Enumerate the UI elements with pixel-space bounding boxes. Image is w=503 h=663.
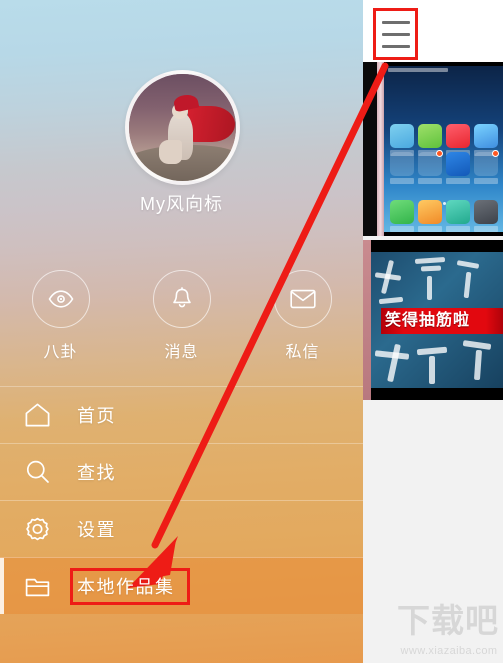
menu-button[interactable] bbox=[373, 8, 418, 60]
home-icon bbox=[25, 403, 50, 427]
hamburger-line-2 bbox=[381, 32, 410, 36]
personalize-app-icon bbox=[474, 124, 498, 156]
page-indicator bbox=[437, 192, 451, 205]
quick-action-messages[interactable]: 消息 bbox=[142, 270, 222, 362]
video-thumbnail[interactable]: 笑得抽筋啦 bbox=[363, 240, 503, 400]
video-frame: 笑得抽筋啦 bbox=[371, 252, 503, 388]
phone-home-screen-thumbnail[interactable] bbox=[363, 62, 503, 236]
music-app-icon bbox=[446, 124, 470, 156]
hamburger-line-3 bbox=[381, 44, 410, 48]
system-folder-icon bbox=[474, 150, 499, 184]
quick-action-ring bbox=[152, 270, 211, 328]
video-caption: 笑得抽筋啦 bbox=[385, 312, 471, 329]
eye-icon bbox=[48, 290, 73, 308]
apps-folder-icon bbox=[418, 150, 443, 184]
menu-item-settings[interactable]: 设置 bbox=[0, 500, 363, 557]
phone-screen bbox=[384, 66, 503, 232]
menu-item-label: 设置 bbox=[77, 520, 116, 540]
gallery-app-icon bbox=[418, 124, 442, 156]
avatar-cape bbox=[187, 106, 235, 143]
menu-item-home[interactable]: 首页 bbox=[0, 386, 363, 443]
watermark-logo: 下载吧 bbox=[397, 601, 499, 640]
security-app-icon bbox=[446, 152, 470, 184]
quick-action-label: 八卦 bbox=[43, 344, 78, 361]
phone-bezel-edge bbox=[377, 62, 384, 236]
quick-actions-row: 八卦 消息 私信 bbox=[0, 270, 363, 375]
weather-app-icon bbox=[390, 124, 414, 156]
menu-item-local-collection[interactable]: 本地作品集 bbox=[0, 557, 363, 614]
phone-bezel bbox=[363, 62, 377, 236]
safety-app-icon bbox=[446, 200, 470, 232]
menu-item-label: 本地作品集 bbox=[77, 577, 175, 597]
tools-folder-icon bbox=[390, 152, 414, 184]
video-thumbnail-edge bbox=[363, 240, 371, 400]
phone-statusbar bbox=[388, 68, 448, 72]
quick-action-ring bbox=[273, 270, 332, 328]
app-topbar bbox=[363, 0, 503, 62]
quick-action-label: 消息 bbox=[164, 344, 199, 361]
browser-app-icon bbox=[418, 200, 442, 232]
gear-icon bbox=[26, 517, 49, 541]
drawer-menu: 首页 查找 设置 本地作品集 bbox=[0, 386, 363, 614]
watermark-url: www.xiazaiba.com bbox=[400, 645, 498, 657]
quick-action-label: 私信 bbox=[285, 344, 320, 361]
envelope-icon bbox=[289, 289, 316, 309]
quick-action-ring bbox=[31, 270, 90, 328]
avatar[interactable] bbox=[125, 70, 240, 185]
menu-item-label: 查找 bbox=[77, 463, 116, 483]
hamburger-line-1 bbox=[381, 20, 410, 24]
bell-icon bbox=[172, 287, 191, 308]
app-content-panel: 笑得抽筋啦 下载吧 www.xiazaiba.com bbox=[363, 0, 503, 663]
quick-action-private-message[interactable]: 私信 bbox=[263, 270, 343, 362]
menu-item-label: 首页 bbox=[77, 406, 116, 426]
app-dock bbox=[390, 200, 498, 232]
menu-item-search[interactable]: 查找 bbox=[0, 443, 363, 500]
settings-app-icon bbox=[474, 200, 498, 232]
folder-icon bbox=[25, 578, 50, 597]
app-icon-grid bbox=[390, 124, 499, 184]
search-icon bbox=[26, 460, 49, 483]
username: My风向标 bbox=[140, 194, 223, 214]
navigation-drawer: My风向标 八卦 消息 私信 首页 查找 设置 本地作品集 bbox=[0, 0, 363, 663]
screenshot-root: 笑得抽筋啦 下载吧 www.xiazaiba.com My风向标 八卦 消息 私… bbox=[0, 0, 503, 663]
phone-app-icon bbox=[390, 200, 414, 232]
avatar-leg bbox=[158, 140, 183, 164]
profile-header: My风向标 bbox=[0, 0, 363, 250]
quick-action-gossip[interactable]: 八卦 bbox=[21, 270, 101, 362]
site-watermark: 下载吧 www.xiazaiba.com bbox=[397, 601, 501, 659]
